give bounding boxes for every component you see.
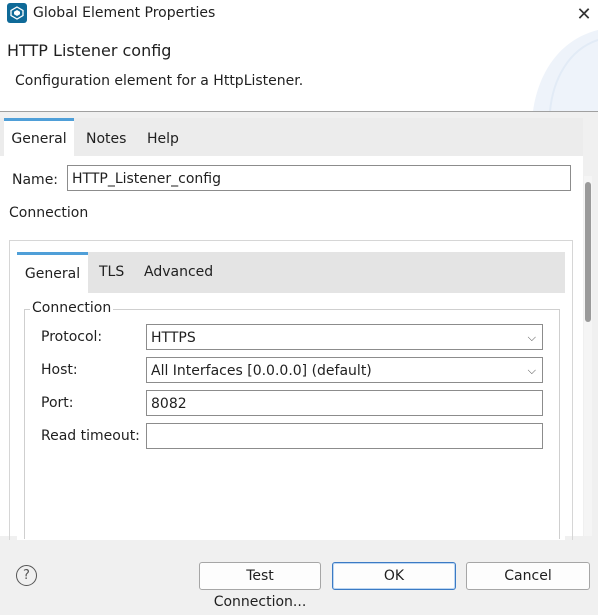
read-timeout-label: Read timeout: bbox=[41, 428, 140, 444]
title-bar: Global Element Properties ✕ bbox=[0, 0, 598, 30]
inner-tab-advanced-label: Advanced bbox=[144, 264, 214, 280]
host-select[interactable]: All Interfaces [0.0.0.0] (default) ⌵ bbox=[146, 357, 543, 383]
chevron-down-icon: ⌵ bbox=[527, 331, 536, 344]
connection-section-label: Connection bbox=[9, 205, 89, 221]
dialog-description: Configuration element for a HttpListener… bbox=[15, 73, 304, 89]
close-icon[interactable]: ✕ bbox=[573, 4, 595, 26]
tab-help-label: Help bbox=[147, 131, 179, 147]
name-input[interactable]: HTTP_Listener_config bbox=[67, 165, 571, 191]
inner-tab-advanced[interactable]: Advanced bbox=[144, 252, 213, 293]
tab-notes[interactable]: Notes bbox=[86, 118, 126, 156]
window-title: Global Element Properties bbox=[33, 5, 216, 21]
inner-tab-tls-label: TLS bbox=[99, 264, 125, 280]
header-separator bbox=[0, 111, 598, 112]
tab-help[interactable]: Help bbox=[147, 118, 179, 156]
chevron-down-icon: ⌵ bbox=[527, 364, 536, 377]
inner-tab-strip: General TLS Advanced bbox=[17, 252, 565, 293]
inner-tab-tls[interactable]: TLS bbox=[99, 252, 124, 293]
inner-tab-general[interactable]: General bbox=[17, 252, 88, 293]
port-input[interactable]: 8082 bbox=[146, 390, 543, 416]
name-label: Name: bbox=[12, 172, 59, 188]
dialog-title: HTTP Listener config bbox=[7, 41, 172, 60]
host-label: Host: bbox=[41, 362, 78, 378]
test-connection-button[interactable]: Test Connection... bbox=[199, 562, 321, 610]
connection-legend: Connection bbox=[30, 300, 114, 316]
port-label: Port: bbox=[41, 395, 74, 411]
inner-tab-general-label: General bbox=[24, 266, 81, 282]
scrollbar-thumb[interactable] bbox=[585, 182, 591, 322]
tab-notes-label: Notes bbox=[86, 131, 127, 147]
dialog-header: HTTP Listener config Configuration eleme… bbox=[0, 30, 598, 111]
ok-button[interactable]: OK bbox=[332, 562, 456, 590]
help-icon[interactable]: ? bbox=[16, 565, 37, 586]
protocol-label: Protocol: bbox=[41, 329, 103, 345]
tab-general-label: General bbox=[11, 131, 67, 147]
app-logo-icon bbox=[7, 3, 27, 23]
host-value: All Interfaces [0.0.0.0] (default) bbox=[151, 363, 372, 379]
protocol-select[interactable]: HTTPS ⌵ bbox=[146, 324, 543, 350]
read-timeout-input[interactable] bbox=[146, 423, 543, 449]
header-decoration bbox=[533, 30, 598, 111]
cancel-button[interactable]: Cancel bbox=[466, 562, 590, 590]
vertical-scrollbar[interactable] bbox=[584, 176, 592, 536]
tab-general[interactable]: General bbox=[4, 118, 74, 156]
protocol-value: HTTPS bbox=[151, 330, 196, 346]
outer-tab-strip: General Notes Help bbox=[0, 118, 583, 156]
